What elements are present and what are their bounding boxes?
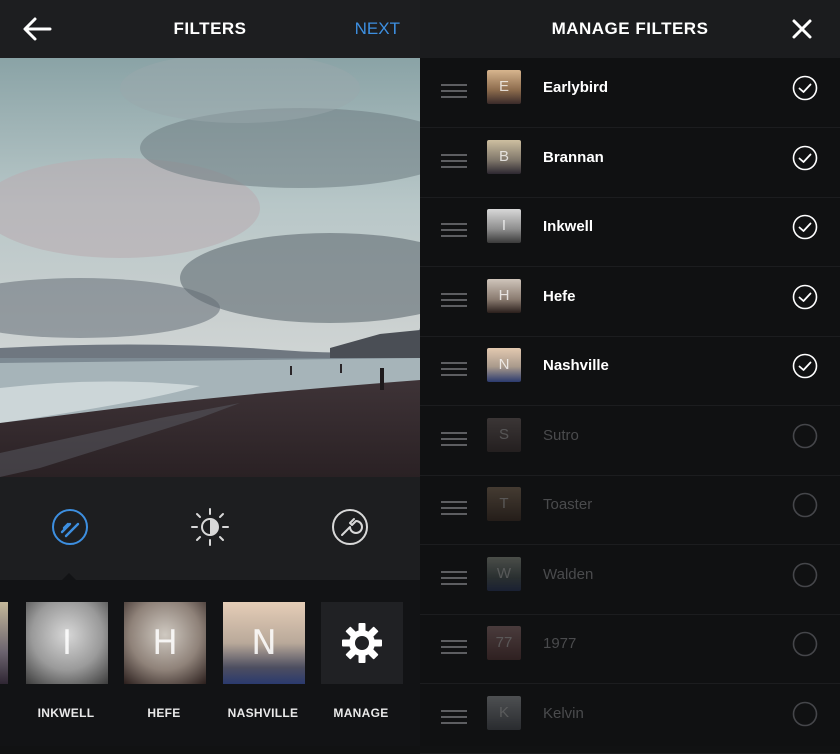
filter-thumb-letter: H	[152, 623, 178, 663]
filter-label-inkwell: INKWELL	[37, 706, 95, 720]
unchecked-circle-icon[interactable]	[792, 423, 818, 449]
filter-row-name: 1977	[543, 635, 577, 652]
manage-filters-title: MANAGE FILTERS	[551, 19, 709, 38]
filter-row[interactable]: E Earlybird	[420, 58, 840, 128]
filter-row-letter: S	[498, 425, 509, 443]
filter-thumb-nashville[interactable]: N	[223, 602, 305, 684]
filter-label-nashville: NASHVILLE	[227, 706, 299, 720]
filter-row-thumb: N	[487, 348, 521, 382]
filters-header: FILTERS NEXT	[0, 0, 420, 58]
manage-filters-button[interactable]	[321, 602, 403, 684]
filter-row-thumb: W	[487, 556, 521, 591]
edit-tools-bar	[0, 477, 420, 580]
filter-row-name: Kelvin	[543, 704, 584, 722]
filter-row[interactable]: W Walden	[420, 545, 840, 615]
filter-row-name: Inkwell	[543, 218, 594, 235]
checked-circle-icon[interactable]	[792, 75, 818, 101]
drag-handle-icon[interactable]	[441, 501, 467, 517]
drag-handle-icon[interactable]	[441, 292, 467, 309]
filter-row-thumb: I	[487, 209, 521, 243]
filter-row-name: Walden	[543, 565, 594, 583]
filter-row-letter: I	[501, 217, 507, 234]
next-button[interactable]: NEXT	[355, 0, 400, 58]
checked-circle-icon[interactable]	[792, 353, 818, 379]
unchecked-circle-icon[interactable]	[792, 492, 818, 518]
filter-row-letter: T	[499, 495, 509, 512]
active-tool-indicator	[62, 573, 76, 580]
filters-screen: FILTERS NEXT I INKWELL H HEFE N NASHVILL…	[0, 0, 420, 746]
filter-row-thumb: S	[487, 417, 521, 452]
filter-label-manage: MANAGE	[333, 706, 389, 720]
photo-preview	[0, 58, 420, 477]
drag-handle-icon[interactable]	[441, 223, 467, 239]
filter-row[interactable]: T Toaster	[420, 475, 840, 545]
filter-row-letter: B	[498, 147, 509, 165]
filter-thumb-inkwell[interactable]: I	[26, 602, 108, 684]
filter-row[interactable]: 77 1977	[420, 614, 840, 684]
brightness-icon[interactable]	[190, 507, 230, 547]
filter-row-name: Toaster	[543, 496, 593, 513]
gear-icon	[342, 623, 382, 663]
filter-row[interactable]: B Brannan	[420, 128, 840, 198]
filter-thumb-partial[interactable]	[0, 602, 8, 684]
filter-row-letter: H	[498, 286, 510, 304]
filter-row-letter: E	[498, 78, 509, 95]
filter-row-thumb: H	[487, 278, 521, 313]
filter-row-letter: N	[498, 356, 510, 373]
filter-row-letter: 77	[495, 634, 513, 651]
filter-label-hefe: HEFE	[147, 706, 181, 720]
drag-handle-icon[interactable]	[441, 431, 467, 448]
drag-handle-icon[interactable]	[441, 570, 467, 587]
wrench-icon[interactable]	[330, 507, 370, 547]
filter-thumb-letter: N	[251, 623, 277, 663]
filter-strip: I INKWELL H HEFE N NASHVILLE MANAGE	[0, 580, 420, 746]
drag-handle-icon[interactable]	[441, 709, 467, 726]
checked-circle-icon[interactable]	[792, 214, 818, 240]
manage-filters-screen: MANAGE FILTERS E Earlybird B Brannan I Inkwel…	[420, 0, 840, 754]
filter-row-name: Brannan	[543, 148, 604, 166]
close-icon[interactable]	[790, 17, 814, 41]
manage-filters-header: MANAGE FILTERS	[420, 0, 840, 58]
drag-handle-icon[interactable]	[441, 362, 467, 378]
drag-handle-icon[interactable]	[441, 84, 467, 100]
checked-circle-icon[interactable]	[792, 145, 818, 171]
filter-thumb-hefe[interactable]: H	[124, 602, 206, 684]
filter-row[interactable]: H Hefe	[420, 267, 840, 337]
filter-row-name: Earlybird	[543, 79, 609, 96]
filter-row[interactable]: N Nashville	[420, 336, 840, 406]
drag-handle-icon[interactable]	[441, 640, 467, 656]
filter-row-name: Hefe	[543, 287, 576, 305]
unchecked-circle-icon[interactable]	[792, 631, 818, 657]
unchecked-circle-icon[interactable]	[792, 701, 818, 727]
lux-icon[interactable]	[50, 507, 90, 547]
filter-row[interactable]: K Kelvin	[420, 684, 840, 754]
unchecked-circle-icon[interactable]	[792, 562, 818, 588]
filter-row[interactable]: I Inkwell	[420, 197, 840, 267]
filter-row-letter: K	[498, 703, 509, 721]
filter-row-thumb: K	[487, 695, 521, 730]
filter-row-name: Sutro	[543, 426, 579, 444]
filter-thumb-letter: I	[61, 623, 73, 663]
filter-row-letter: W	[496, 564, 512, 582]
filter-row-thumb: 77	[487, 626, 521, 660]
filter-row-name: Nashville	[543, 357, 609, 374]
checked-circle-icon[interactable]	[792, 284, 818, 310]
filter-row[interactable]: S Sutro	[420, 406, 840, 476]
filter-row-thumb: E	[487, 70, 521, 104]
filter-row-thumb: T	[487, 487, 521, 521]
drag-handle-icon[interactable]	[441, 153, 467, 170]
filter-row-thumb: B	[487, 139, 521, 174]
